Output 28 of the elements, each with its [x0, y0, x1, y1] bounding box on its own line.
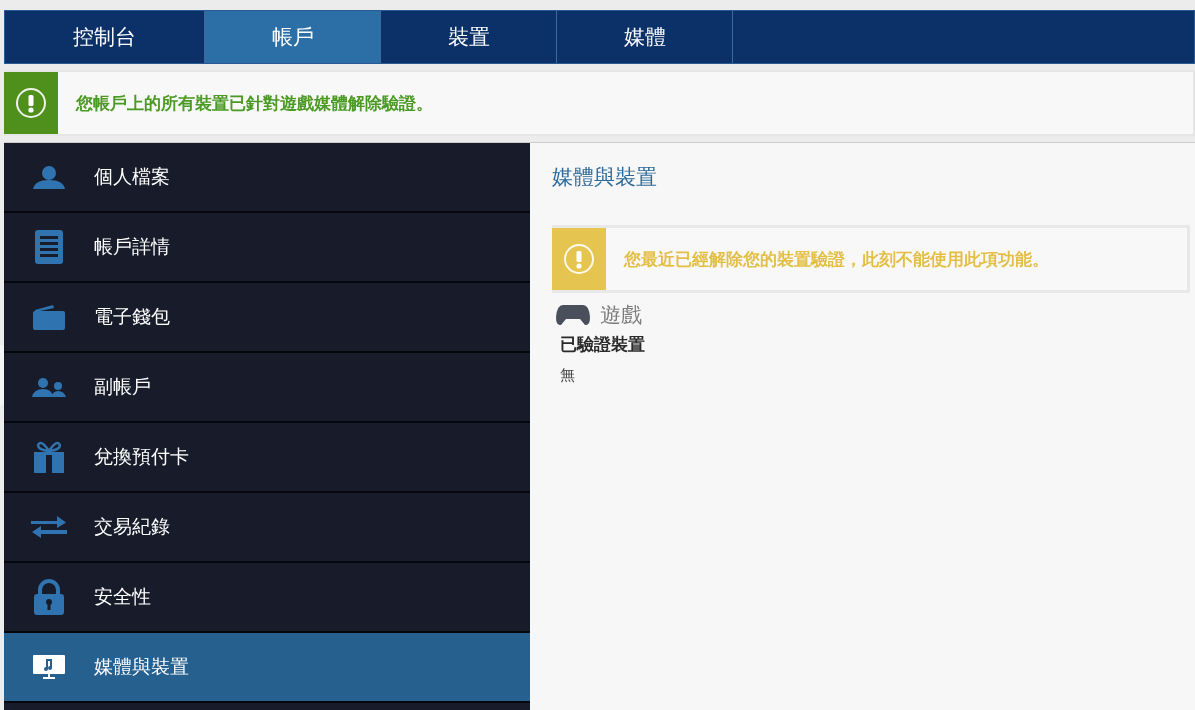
- side-handle[interactable]: [0, 345, 4, 405]
- section-subtitle: 已驗證裝置: [560, 333, 645, 356]
- nav-tab[interactable]: 帳戶: [205, 11, 381, 63]
- exclamation-icon: [563, 243, 595, 275]
- alert-message: 您帳戶上的所有裝置已針對遊戲媒體解除驗證。: [76, 91, 433, 115]
- section-title: 遊戲: [600, 302, 642, 329]
- sidebar-item-label: 副帳戶: [94, 374, 151, 399]
- sidebar-item-label: 帳戶詳情: [94, 234, 170, 259]
- sidebar-item-label: 安全性: [94, 584, 151, 609]
- sidebar-item-label: 交易紀錄: [94, 514, 170, 539]
- alert-message: 您最近已經解除您的裝置驗證，此刻不能使用此項功能。: [624, 247, 1049, 271]
- sidebar-item-label: 電子錢包: [94, 304, 170, 329]
- gamepad-icon: [556, 303, 590, 327]
- sidebar-item-label: 個人檔案: [94, 164, 170, 189]
- exclamation-icon: [15, 87, 47, 119]
- person-icon: [32, 165, 66, 189]
- sidebar-item-label: 兌換預付卡: [94, 444, 189, 469]
- monitor-music-icon: [33, 655, 65, 679]
- gift-icon: [33, 441, 65, 473]
- device-list-value: 無: [560, 366, 575, 385]
- people-icon: [32, 377, 66, 397]
- sidebar-item-label: 媒體與裝置: [94, 654, 189, 679]
- document-icon: [34, 229, 64, 265]
- folder-icon: [33, 304, 65, 330]
- swap-arrows-icon: [31, 515, 67, 539]
- sidebar-item[interactable]: 媒體與裝置: [4, 633, 530, 703]
- padlock-icon: [34, 579, 64, 615]
- page-title: 媒體與裝置: [552, 164, 657, 191]
